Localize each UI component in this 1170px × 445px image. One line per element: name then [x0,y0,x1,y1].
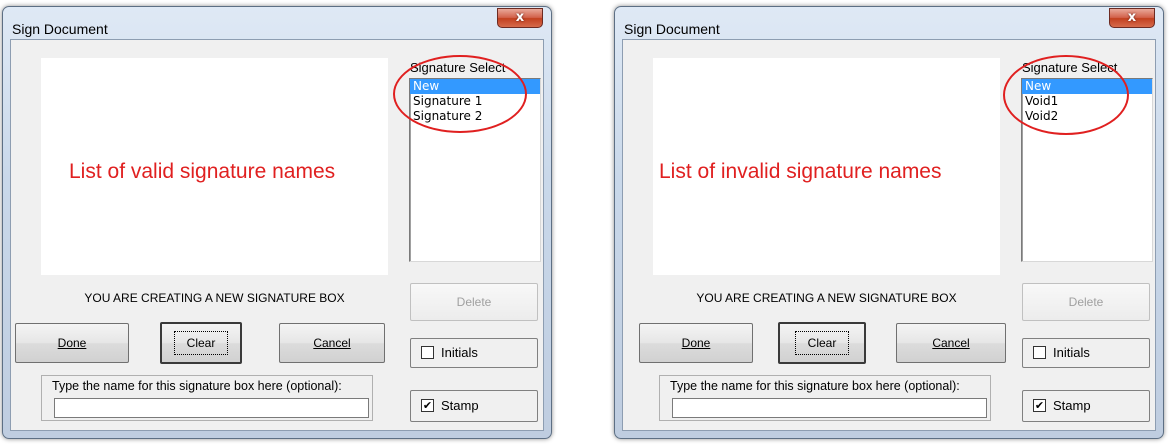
initials-label: Initials [441,345,478,360]
initials-label: Initials [1053,345,1090,360]
list-item-new[interactable]: New [1022,79,1152,94]
signature-name-input[interactable] [54,398,369,418]
list-item-void2[interactable]: Void2 [1022,109,1152,124]
initials-checkbox[interactable]: Initials [1022,338,1150,368]
initials-checkbox[interactable]: Initials [410,338,538,368]
clear-button-label: Clear [173,331,229,355]
name-prompt: Type the name for this signature box her… [52,379,342,393]
name-prompt: Type the name for this signature box her… [670,379,960,393]
list-item-new[interactable]: New [410,79,540,94]
delete-button-label: Delete [456,295,492,309]
title-bar[interactable]: Sign Document x [3,7,551,39]
list-item-void1[interactable]: Void1 [1022,94,1152,109]
done-button[interactable]: Done [639,323,753,363]
signature-select-list[interactable]: New Void1 Void2 [1021,78,1153,262]
stamp-check-icon[interactable]: ✔ [421,399,434,412]
done-button[interactable]: Done [15,323,129,363]
stamp-label: Stamp [1053,398,1091,413]
signature-select-list[interactable]: New Signature 1 Signature 2 [409,78,541,262]
initials-checkbox-box[interactable] [421,346,434,359]
close-icon: x [1127,10,1137,25]
clear-button[interactable]: Clear [778,322,866,364]
cancel-button[interactable]: Cancel [279,323,385,363]
delete-button[interactable]: Delete [1022,283,1150,321]
initials-checkbox-box[interactable] [1033,346,1046,359]
list-item-signature-2[interactable]: Signature 2 [410,109,540,124]
sign-document-dialog-invalid: Sign Document x List of invalid signatur… [614,6,1164,439]
done-button-label: Done [57,336,87,350]
clear-button-label: Clear [794,331,850,355]
dialog-title: Sign Document [624,21,720,37]
done-button-label: Done [681,336,711,350]
signature-name-input[interactable] [672,398,987,418]
dialog-body: List of valid signature names Signature … [10,39,544,431]
dialog-title: Sign Document [12,21,108,37]
status-text: YOU ARE CREATING A NEW SIGNATURE BOX [84,291,345,305]
close-icon: x [515,10,525,25]
signature-preview-area: List of valid signature names [41,58,388,275]
close-button[interactable]: x [1109,8,1155,28]
signature-select-label: Signature Select [1022,60,1118,75]
annotation-label: List of valid signature names [69,160,336,183]
cancel-button[interactable]: Cancel [896,323,1006,363]
stamp-label: Stamp [441,398,479,413]
stamp-checkbox[interactable]: ✔ Stamp [410,390,538,422]
delete-button-label: Delete [1068,295,1104,309]
annotation-label: List of invalid signature names [659,160,942,183]
status-text: YOU ARE CREATING A NEW SIGNATURE BOX [696,291,957,305]
title-bar[interactable]: Sign Document x [615,7,1163,39]
stamp-checkbox[interactable]: ✔ Stamp [1022,390,1150,422]
cancel-button-label: Cancel [313,336,351,350]
cancel-button-label: Cancel [932,336,970,350]
stamp-check-icon[interactable]: ✔ [1033,399,1046,412]
list-item-signature-1[interactable]: Signature 1 [410,94,540,109]
signature-select-label: Signature Select [410,60,506,75]
close-button[interactable]: x [497,8,543,28]
sign-document-dialog-valid: Sign Document x List of valid signature … [2,6,552,439]
clear-button[interactable]: Clear [160,322,242,364]
dialog-body: List of invalid signature names Signatur… [622,39,1156,431]
delete-button[interactable]: Delete [410,283,538,321]
signature-preview-area: List of invalid signature names [653,58,1000,275]
name-group: Type the name for this signature box her… [41,375,373,421]
name-group: Type the name for this signature box her… [659,375,991,421]
